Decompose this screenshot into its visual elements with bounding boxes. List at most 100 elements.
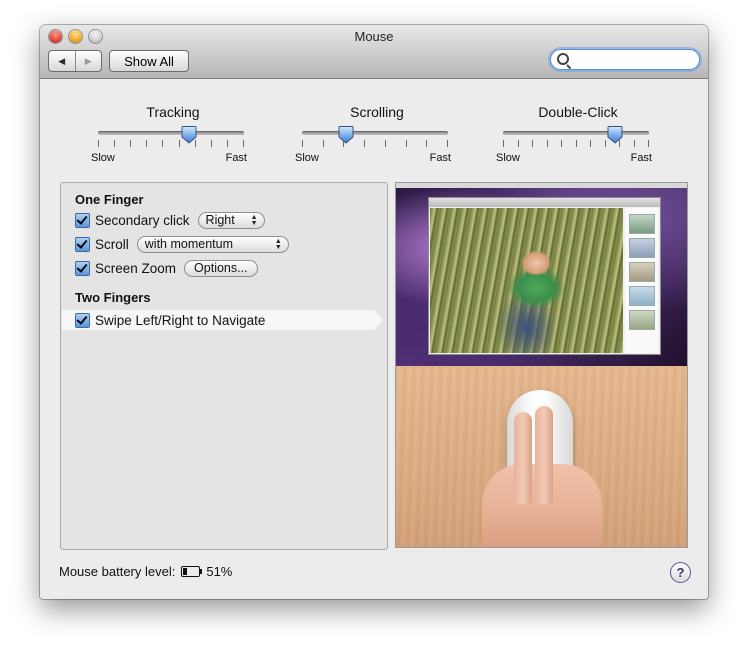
gesture-demo-video xyxy=(395,182,688,548)
slider-tick xyxy=(405,140,407,147)
double-click-slow-label: Slow xyxy=(496,152,520,164)
scrolling-slider-track[interactable] xyxy=(302,131,448,135)
slider-tick xyxy=(633,140,635,147)
secondary-click-value: Right xyxy=(205,213,235,227)
slider-tick xyxy=(503,140,504,147)
tracking-slider-group: Tracking Slow Fast xyxy=(91,104,253,174)
slider-thumb-icon xyxy=(338,126,354,144)
help-button[interactable]: ? xyxy=(670,562,691,583)
slider-tick xyxy=(561,140,562,147)
screen-zoom-checkbox[interactable] xyxy=(75,260,90,276)
double-click-fast-label: Fast xyxy=(630,152,652,164)
slider-tick xyxy=(384,140,386,147)
demo-thumbnail xyxy=(629,262,655,282)
help-icon: ? xyxy=(676,565,685,580)
battery-level-row: Mouse battery level: 51% xyxy=(59,564,232,579)
slider-tick xyxy=(243,140,244,147)
demo-thumbnail xyxy=(629,310,655,330)
battery-level-value: 51% xyxy=(206,564,233,579)
demo-window-titlebar xyxy=(429,198,660,207)
show-all-button[interactable]: Show All xyxy=(109,50,189,72)
scroll-label: Scroll xyxy=(95,236,129,252)
tracking-slider-track[interactable] xyxy=(98,131,244,135)
popup-arrows-icon: ▲ ▼ xyxy=(274,237,282,251)
navigation-buttons: ◀ ▶ xyxy=(48,50,102,72)
slider-thumb-icon xyxy=(607,126,623,144)
mouse-preferences-window: Mouse ◀ ▶ Show All Tracking Slow Fast Sc… xyxy=(40,25,708,599)
screen-zoom-row: Screen Zoom Options... xyxy=(75,258,258,278)
slider-tick xyxy=(517,140,519,147)
scroll-popup[interactable]: with momentum ▲ ▼ xyxy=(136,235,289,253)
slider-tick xyxy=(114,140,116,147)
tracking-fast-label: Fast xyxy=(225,152,247,164)
screen-zoom-label: Screen Zoom xyxy=(95,260,177,276)
tracking-slider-thumb[interactable] xyxy=(181,125,197,144)
scroll-checkbox[interactable] xyxy=(75,236,90,252)
scrolling-slider-group: Scrolling Slow Fast xyxy=(295,104,457,174)
slider-tick xyxy=(426,140,428,147)
popup-arrows-icon: ▲ ▼ xyxy=(250,213,258,227)
show-all-label: Show All xyxy=(124,53,174,69)
title-bar: Mouse ◀ ▶ Show All xyxy=(40,25,708,79)
demo-menubar xyxy=(396,183,687,188)
double-click-ticks xyxy=(503,140,649,147)
slider-tick xyxy=(98,140,99,147)
slider-tick xyxy=(146,140,148,147)
scrolling-slider-thumb[interactable] xyxy=(338,125,354,144)
slider-tick xyxy=(447,140,448,147)
battery-icon xyxy=(181,566,203,577)
tracking-slow-label: Slow xyxy=(91,152,115,164)
double-click-title: Double-Click xyxy=(538,104,618,120)
slider-tick xyxy=(590,140,591,147)
one-finger-heading: One Finger xyxy=(75,192,144,207)
scrolling-ticks xyxy=(302,140,448,147)
slider-tick xyxy=(178,140,180,147)
scroll-row: Scroll with momentum ▲ ▼ xyxy=(75,234,289,254)
swipe-navigate-checkbox[interactable] xyxy=(75,312,90,328)
slider-tick xyxy=(364,140,366,147)
back-button[interactable]: ◀ xyxy=(49,51,75,71)
secondary-click-label: Secondary click xyxy=(95,212,190,228)
double-click-slider-group: Double-Click Slow Fast xyxy=(496,104,658,174)
search-input[interactable] xyxy=(573,51,691,67)
demo-browser-window xyxy=(428,197,661,355)
secondary-click-checkbox[interactable] xyxy=(75,212,90,228)
demo-thumbnail xyxy=(629,214,655,234)
scrolling-fast-label: Fast xyxy=(429,152,451,164)
demo-photo-image xyxy=(430,208,623,353)
demo-thumbnail-sidebar xyxy=(625,208,658,353)
slider-thumb-icon xyxy=(181,126,197,144)
demo-screen-image xyxy=(396,183,687,366)
slider-tick xyxy=(302,140,303,147)
slider-tick xyxy=(648,140,649,147)
slider-tick xyxy=(575,140,577,147)
gesture-options-panel: One Finger Secondary click Right ▲ ▼ Scro… xyxy=(60,182,388,550)
slider-tick xyxy=(322,140,324,147)
demo-thumbnail xyxy=(629,238,655,258)
back-arrow-icon: ◀ xyxy=(58,55,66,66)
slider-tick xyxy=(226,140,228,147)
selected-row-pointer xyxy=(374,310,383,330)
double-click-slider-thumb[interactable] xyxy=(607,125,623,144)
forward-arrow-icon: ▶ xyxy=(84,55,92,66)
slider-tick xyxy=(162,140,164,147)
scrolling-title: Scrolling xyxy=(350,104,404,120)
options-button-label: Options... xyxy=(194,261,248,275)
screen-zoom-options-button[interactable]: Options... xyxy=(184,259,258,277)
scroll-value: with momentum xyxy=(144,237,233,251)
secondary-click-popup[interactable]: Right ▲ ▼ xyxy=(197,211,265,229)
forward-button[interactable]: ▶ xyxy=(74,51,102,71)
scrolling-slow-label: Slow xyxy=(295,152,319,164)
slider-tick xyxy=(532,140,533,147)
search-field[interactable] xyxy=(550,49,700,70)
secondary-click-row: Secondary click Right ▲ ▼ xyxy=(75,210,265,230)
slider-tick xyxy=(130,140,132,147)
tracking-ticks xyxy=(98,140,244,147)
double-click-slider-track[interactable] xyxy=(503,131,649,135)
demo-thumbnail xyxy=(629,286,655,306)
index-finger xyxy=(514,412,532,504)
slider-tick xyxy=(210,140,212,147)
swipe-navigate-row[interactable]: Swipe Left/Right to Navigate xyxy=(75,310,265,330)
demo-hand-on-mouse-image xyxy=(396,366,687,547)
search-icon xyxy=(557,53,569,65)
